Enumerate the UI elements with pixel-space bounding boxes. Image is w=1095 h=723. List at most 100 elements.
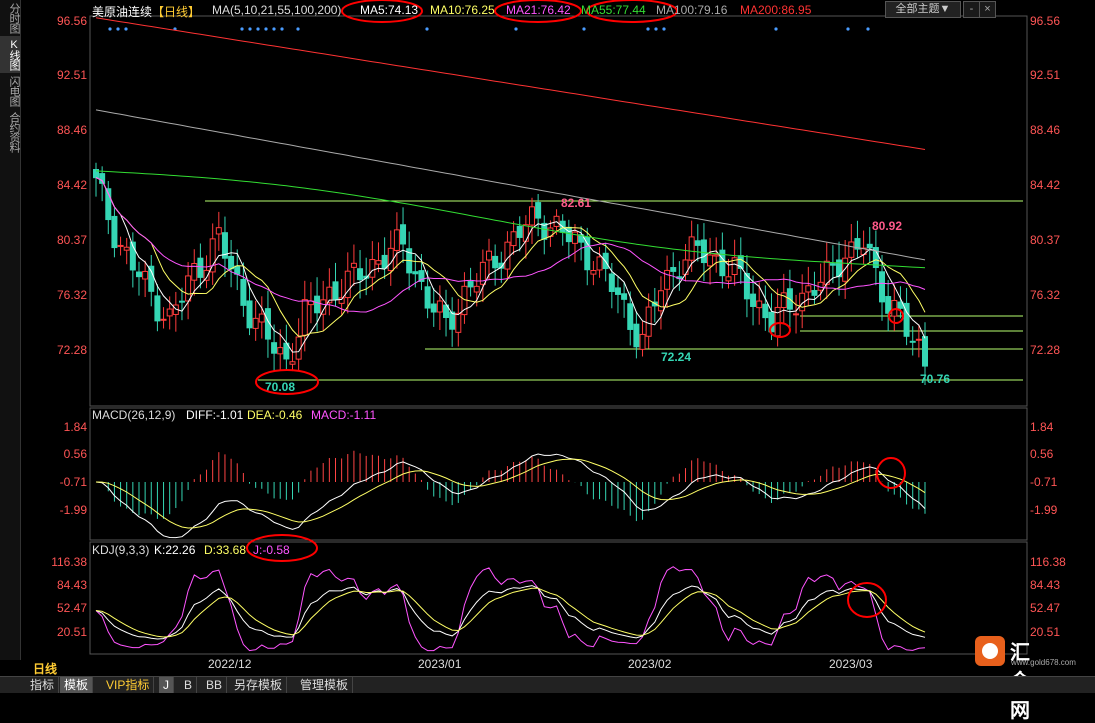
candle-body xyxy=(289,361,296,365)
macd-axis-label: 0.56 xyxy=(1030,447,1054,461)
candle-body xyxy=(154,295,161,322)
signal-dot xyxy=(272,27,276,31)
close-icon[interactable]: × xyxy=(979,1,996,18)
candle-body xyxy=(829,263,836,266)
candle-body xyxy=(621,293,628,300)
kdj-title: KDJ(9,3,3) xyxy=(92,543,149,557)
candle-body xyxy=(148,265,155,292)
signal-dot xyxy=(425,27,429,31)
macd-axis-label: -0.71 xyxy=(60,475,88,489)
candle-body xyxy=(762,303,769,319)
kdj-axis-label: 20.51 xyxy=(57,625,87,639)
candle-body xyxy=(627,303,634,330)
period-label[interactable]: 日线 xyxy=(33,660,57,677)
ma5-value: MA5:74.13 xyxy=(360,3,419,17)
candle-body xyxy=(424,286,431,309)
tab-template[interactable]: 模板 xyxy=(60,677,94,693)
tab-manage-template[interactable]: 管理模板 xyxy=(296,677,354,693)
candle-body xyxy=(350,262,357,268)
tab-indicator[interactable]: 指标 xyxy=(26,677,60,693)
candle-body xyxy=(516,225,523,238)
candle-body xyxy=(866,243,873,249)
candle-body xyxy=(608,273,615,292)
candle-body xyxy=(135,271,142,278)
macd-panel xyxy=(95,450,926,539)
candle-body xyxy=(381,254,388,269)
theme-select-button[interactable]: 全部主题▼ xyxy=(885,1,961,18)
bottom-toolbar: 指标 模板 VIP指标 J B BB 另存模板 管理模板 xyxy=(0,676,1095,693)
candle-body xyxy=(664,269,671,290)
candle-body xyxy=(590,270,597,275)
price-axis-label: 84.42 xyxy=(1030,178,1060,192)
candle-body xyxy=(258,313,265,323)
tab-contract-info[interactable]: 合约资料 xyxy=(0,109,20,155)
kdj-axis-label: 52.47 xyxy=(57,601,87,615)
date-label-mar: 2023/03 xyxy=(829,657,873,671)
candle-body xyxy=(412,271,419,275)
tab-b[interactable]: B xyxy=(180,677,198,693)
candle-body xyxy=(99,173,106,184)
price-axis-label: 88.46 xyxy=(1030,123,1060,137)
minimize-icon[interactable]: - xyxy=(963,1,980,18)
ma200-value: MA200:86.95 xyxy=(740,3,812,17)
tab-j[interactable]: J xyxy=(159,677,174,693)
kline-chart[interactable]: 96.56 96.56 92.51 92.51 88.46 88.46 84.42 84.42… xyxy=(20,0,1095,676)
candle-body xyxy=(375,260,382,265)
candle-body xyxy=(596,256,603,271)
candle-body xyxy=(209,238,216,273)
macd-axis-label: -1.99 xyxy=(1030,503,1058,517)
logo-icon xyxy=(975,636,1005,666)
signal-dot xyxy=(866,27,870,31)
price-axis-label: 72.28 xyxy=(1030,343,1060,357)
candle-body xyxy=(700,239,707,264)
signal-dot xyxy=(846,27,850,31)
signal-dot xyxy=(248,27,252,31)
candle-body xyxy=(197,257,204,278)
ma100-value: MA100:79.16 xyxy=(656,3,728,17)
candle-body xyxy=(504,241,511,270)
macd-value: MACD:-1.11 xyxy=(311,408,376,422)
tab-vip-indicator[interactable]: VIP指标 xyxy=(102,677,155,693)
candle-body xyxy=(357,268,364,281)
macd-axis-label: 0.56 xyxy=(64,447,88,461)
tab-save-template[interactable]: 另存模板 xyxy=(230,677,288,693)
macd-axis-label: -0.71 xyxy=(1030,475,1058,489)
date-label-jan: 2023/01 xyxy=(418,657,462,671)
price-axis-label: 80.37 xyxy=(57,233,87,247)
chart-frame xyxy=(89,15,1028,655)
signal-dot xyxy=(264,27,268,31)
candle-body xyxy=(252,317,259,329)
candle-body xyxy=(332,281,339,300)
candle-body xyxy=(123,246,130,251)
candle-body xyxy=(688,236,695,261)
candle-body xyxy=(848,241,855,258)
tab-flash[interactable]: 闪电图 xyxy=(0,73,20,109)
kdj-j: J:-0.58 xyxy=(253,543,290,557)
candle-body xyxy=(400,224,407,245)
tab-timeshare[interactable]: 分时图 xyxy=(0,0,20,36)
candle-body xyxy=(535,202,542,219)
date-label-feb: 2023/02 xyxy=(628,657,672,671)
tab-bb[interactable]: BB xyxy=(202,677,228,693)
candle-body xyxy=(885,296,892,314)
tab-kline[interactable]: K线图 xyxy=(0,36,20,73)
candle-body xyxy=(246,300,253,329)
price-axis-label: 72.28 xyxy=(57,343,87,357)
candle-body xyxy=(277,347,284,355)
candle-body xyxy=(467,281,474,288)
annotation-high-1: 82.61 xyxy=(561,196,591,210)
candle-body xyxy=(228,255,235,270)
candle-body xyxy=(436,300,443,313)
signal-dot xyxy=(108,27,112,31)
signal-dot xyxy=(280,27,284,31)
kdj-panel xyxy=(95,566,926,652)
candle-body xyxy=(756,300,763,309)
logo-url: www.gold678.com xyxy=(1011,658,1076,667)
annotation-low-3: 70.76 xyxy=(920,372,950,386)
candle-body xyxy=(301,299,308,336)
kdj-axis-label: 52.47 xyxy=(1030,601,1060,615)
price-axis-label: 96.56 xyxy=(57,14,87,28)
candle-body xyxy=(111,215,118,249)
candle-body xyxy=(793,313,800,316)
candle-body xyxy=(473,285,480,293)
